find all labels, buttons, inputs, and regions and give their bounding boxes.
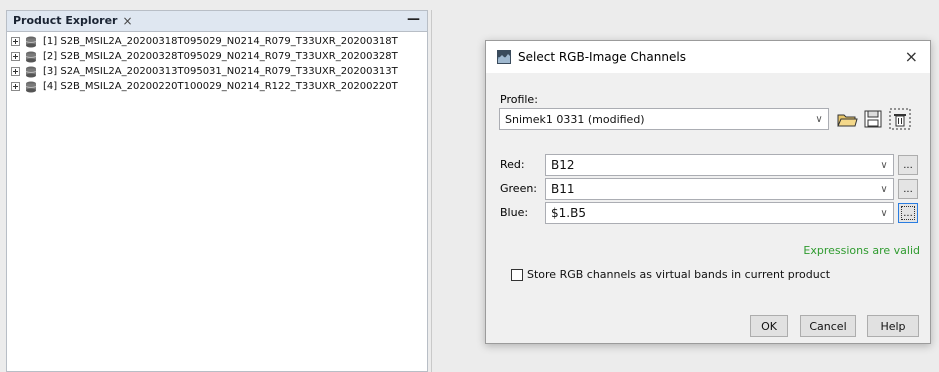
expand-icon[interactable]: [11, 67, 20, 76]
profile-value: Snimek1 0331 (modified): [505, 112, 645, 126]
help-button[interactable]: Help: [867, 315, 919, 337]
product-label: [2] S2B_MSIL2A_20200328T095029_N0214_R07…: [43, 51, 398, 62]
expand-icon[interactable]: [11, 82, 20, 91]
expand-icon[interactable]: [11, 37, 20, 46]
ok-button[interactable]: OK: [750, 315, 788, 337]
product-item[interactable]: [3] S2A_MSIL2A_20200313T095031_N0214_R07…: [9, 64, 427, 79]
chevron-down-icon: ∨: [880, 207, 888, 219]
dialog-titlebar[interactable]: Select RGB-Image Channels ×: [486, 41, 930, 73]
product-label: [1] S2B_MSIL2A_20200318T095029_N0214_R07…: [43, 36, 398, 47]
store-virtual-label[interactable]: Store RGB channels as virtual bands in c…: [527, 268, 830, 281]
chevron-down-icon: ∨: [880, 159, 888, 171]
explorer-tab-bar: Product Explorer × —: [7, 11, 427, 32]
blue-label: Blue:: [500, 206, 529, 219]
save-icon[interactable]: [862, 108, 884, 130]
open-folder-icon[interactable]: [836, 108, 858, 130]
product-explorer-panel: Product Explorer × — [1] S2B_MSIL2A_2020…: [6, 10, 428, 372]
blue-channel-select[interactable]: $1.B5 ∨: [545, 202, 894, 224]
product-icon: [25, 51, 37, 62]
app-icon: [497, 50, 511, 64]
panel-divider[interactable]: [431, 10, 432, 372]
product-tree: [1] S2B_MSIL2A_20200318T095029_N0214_R07…: [7, 32, 427, 94]
product-label: [4] S2B_MSIL2A_20200220T100029_N0214_R12…: [43, 81, 398, 92]
green-label: Green:: [500, 182, 538, 195]
tab-close-icon[interactable]: ×: [122, 14, 132, 28]
close-icon[interactable]: ×: [905, 47, 918, 66]
red-value: B12: [551, 158, 575, 172]
product-item[interactable]: [2] S2B_MSIL2A_20200328T095029_N0214_R07…: [9, 49, 427, 64]
chevron-down-icon: ∨: [815, 113, 823, 125]
dialog-title: Select RGB-Image Channels: [518, 50, 686, 64]
minimize-icon[interactable]: —: [407, 12, 420, 27]
blue-value: $1.B5: [551, 206, 586, 220]
store-virtual-checkbox[interactable]: [511, 269, 523, 281]
green-expression-button[interactable]: ...: [898, 179, 918, 199]
validity-status: Expressions are valid: [803, 244, 920, 257]
green-value: B11: [551, 182, 575, 196]
profile-select[interactable]: Snimek1 0331 (modified) ∨: [499, 108, 829, 130]
product-item[interactable]: [4] S2B_MSIL2A_20200220T100029_N0214_R12…: [9, 79, 427, 94]
expand-icon[interactable]: [11, 52, 20, 61]
tab-title: Product Explorer: [13, 14, 118, 27]
rgb-channels-dialog: Select RGB-Image Channels × Profile: Sni…: [485, 40, 931, 344]
tab-product-explorer[interactable]: Product Explorer ×: [7, 11, 139, 30]
product-icon: [25, 36, 37, 47]
profile-label: Profile:: [500, 93, 538, 106]
delete-icon[interactable]: [889, 108, 911, 130]
red-channel-select[interactable]: B12 ∨: [545, 154, 894, 176]
red-label: Red:: [500, 158, 525, 171]
green-channel-select[interactable]: B11 ∨: [545, 178, 894, 200]
red-expression-button[interactable]: ...: [898, 155, 918, 175]
chevron-down-icon: ∨: [880, 183, 888, 195]
cancel-button[interactable]: Cancel: [800, 315, 856, 337]
blue-expression-button[interactable]: ...: [898, 203, 918, 223]
product-icon: [25, 66, 37, 77]
product-item[interactable]: [1] S2B_MSIL2A_20200318T095029_N0214_R07…: [9, 34, 427, 49]
product-icon: [25, 81, 37, 92]
product-label: [3] S2A_MSIL2A_20200313T095031_N0214_R07…: [43, 66, 398, 77]
